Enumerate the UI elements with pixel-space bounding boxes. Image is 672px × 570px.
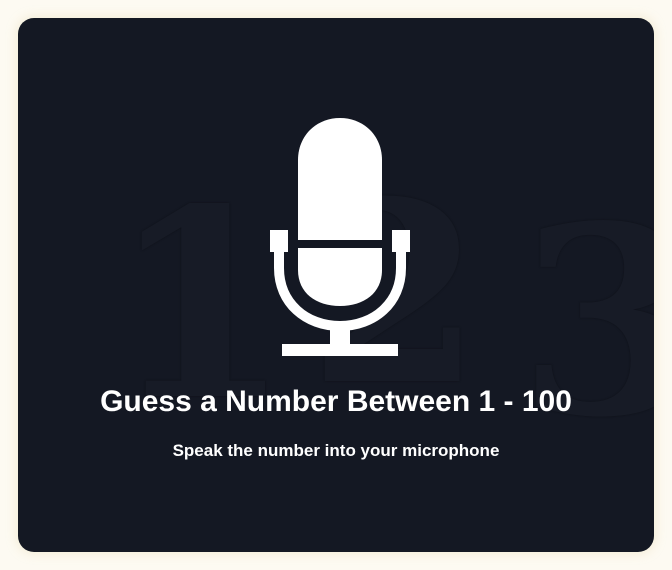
- instruction-text: Speak the number into your microphone: [172, 441, 500, 460]
- game-card: 1 2 3 Guess a Number Between 1 - 100 Spe…: [18, 18, 654, 552]
- microphone-icon[interactable]: [270, 118, 410, 356]
- page-title: Guess a Number Between 1 - 100: [100, 385, 572, 418]
